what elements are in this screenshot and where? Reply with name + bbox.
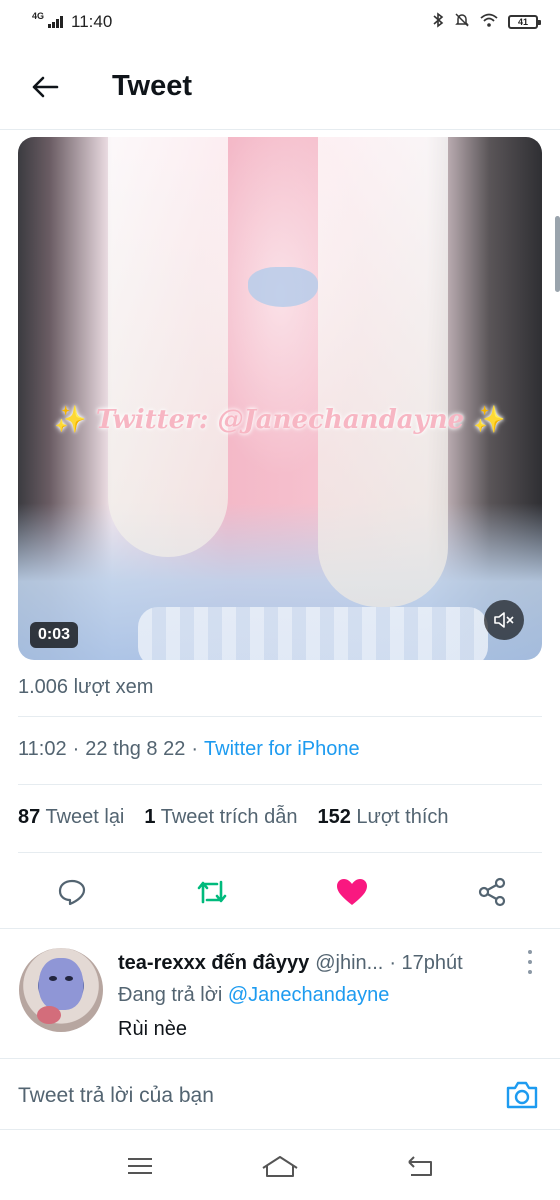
mention-link[interactable]: @Janechandayne [228, 984, 390, 1006]
status-right: 41 [432, 12, 541, 32]
tweet-source-link[interactable]: Twitter for iPhone [204, 738, 360, 761]
reply-header: tea-rexxx đến đâyyy @jhin... · 17phút [118, 952, 518, 975]
share-button[interactable] [472, 872, 512, 912]
video-duration: 0:03 [30, 622, 79, 648]
page-title: Tweet [112, 70, 193, 102]
arrow-left-icon [32, 76, 59, 97]
scrollbar-thumb[interactable] [555, 216, 560, 292]
reply-author-handle: @jhin... [315, 952, 384, 974]
tweet-meta: 11:02 · 22 thg 8 22 · Twitter for iPhone [18, 738, 360, 761]
status-bar: 4G 11:40 41 [0, 0, 560, 44]
divider [18, 784, 542, 785]
signal-icon [48, 16, 64, 28]
retweets-stat[interactable]: 87 Tweet lại [18, 806, 124, 829]
quotes-stat[interactable]: 1 Tweet trích dẫn [144, 806, 297, 829]
video-watermark: ✨ Twitter: @Janechandayne ✨ [54, 405, 506, 435]
replying-to: Đang trả lời @Janechandayne [118, 984, 390, 1006]
sparkle-icon: ✨ [54, 405, 87, 435]
battery-icon: 41 [508, 15, 541, 29]
divider [18, 852, 542, 853]
status-left: 4G 11:40 [32, 10, 113, 32]
view-count: 1.006 lượt xem [18, 676, 154, 698]
top-app-bar: Tweet [0, 44, 560, 130]
back-button[interactable] [0, 44, 90, 130]
reply-time: · 17phút [389, 952, 463, 974]
speaker-muted-icon [494, 612, 514, 628]
home-button[interactable] [256, 1146, 304, 1186]
mute-toggle-button[interactable] [484, 600, 524, 640]
reply-button[interactable] [52, 872, 92, 912]
sparkle-icon: ✨ [473, 405, 506, 435]
reply-author-name[interactable]: tea-rexxx đến đâyyy [118, 952, 309, 975]
reply-tweet[interactable]: tea-rexxx đến đâyyy @jhin... · 17phút Đa… [0, 940, 560, 1058]
likes-stat[interactable]: 152 Lượt thích [317, 806, 448, 829]
menu-icon [128, 1157, 152, 1174]
tweet-stats: 87 Tweet lại 1 Tweet trích dẫn 152 Lượt … [18, 806, 449, 829]
reply-text: Rùi nèe [118, 1018, 187, 1040]
bluetooth-icon [432, 12, 444, 32]
status-time: 11:40 [71, 12, 113, 31]
divider [0, 928, 560, 929]
heart-filled-icon [337, 879, 367, 905]
back-nav-icon [408, 1155, 432, 1176]
network-type: 4G [32, 10, 45, 21]
retweet-button[interactable] [192, 872, 232, 912]
wifi-icon [480, 13, 498, 31]
tweet-date: 22 thg 8 22 [85, 738, 186, 760]
divider [18, 716, 542, 717]
reply-composer[interactable]: Tweet trả lời của bạn [0, 1058, 560, 1130]
share-icon [478, 877, 506, 907]
like-button[interactable] [332, 872, 372, 912]
reply-icon [58, 879, 86, 906]
mute-bell-icon [454, 12, 470, 32]
avatar[interactable] [19, 948, 103, 1032]
camera-icon [506, 1081, 538, 1109]
recents-button[interactable] [116, 1146, 164, 1186]
tweet-time: 11:02 [18, 738, 67, 760]
reply-input[interactable]: Tweet trả lời của bạn [18, 1084, 214, 1108]
more-options-icon[interactable] [524, 950, 536, 974]
camera-button[interactable] [504, 1077, 540, 1113]
system-nav-bar [0, 1131, 560, 1200]
tweet-actions [18, 862, 542, 922]
system-back-button[interactable] [396, 1146, 444, 1186]
retweet-icon [197, 880, 227, 904]
tweet-video[interactable]: ✨ Twitter: @Janechandayne ✨ 0:03 [18, 137, 542, 660]
home-icon [262, 1155, 298, 1177]
